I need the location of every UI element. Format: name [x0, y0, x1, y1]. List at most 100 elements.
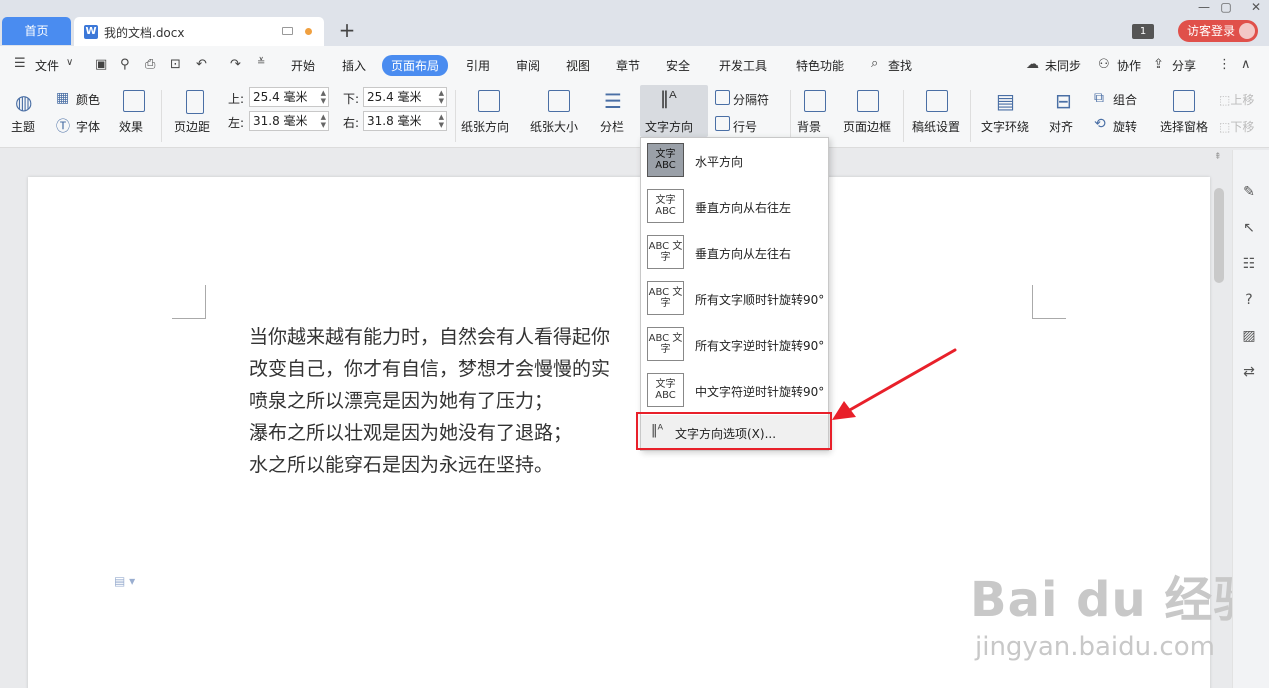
minimize-button[interactable]: — [1194, 0, 1214, 14]
maximize-button[interactable]: ▢ [1216, 0, 1236, 14]
color-icon[interactable]: ▦ [56, 90, 69, 106]
chevron-down-icon[interactable]: ∨ [66, 57, 73, 68]
move-down-button[interactable]: ⬚下移 [1219, 118, 1254, 135]
menu-item-rotate-ccw[interactable]: ABC 文字 所有文字逆时针旋转90° [641, 322, 828, 368]
text-direction-button[interactable]: 文字方向 [645, 118, 693, 135]
move-up-button[interactable]: ⬚上移 [1219, 91, 1254, 108]
undo-icon[interactable]: ↶ [196, 57, 207, 72]
text-direction-icon[interactable]: ‖ᴬ [660, 88, 677, 109]
color-button[interactable]: 颜色 [76, 91, 100, 108]
right-margin-input[interactable]: 31.8 毫米 ▲ ▼ [363, 111, 447, 131]
columns-button[interactable]: 分栏 [600, 118, 624, 135]
paper-size-icon[interactable] [548, 90, 570, 112]
selection-pane-button[interactable]: 选择窗格 [1160, 118, 1208, 135]
breaks-icon[interactable] [715, 90, 730, 105]
page-border-icon[interactable] [857, 90, 879, 112]
effect-icon[interactable] [123, 90, 145, 112]
columns-icon[interactable]: ☰ [604, 89, 622, 113]
sync-status[interactable]: 未同步 [1045, 57, 1081, 74]
stepper-icon[interactable]: ▲ ▼ [321, 89, 326, 105]
text-wrap-button[interactable]: 文字环绕 [981, 118, 1029, 135]
align-button[interactable]: 对齐 [1049, 118, 1073, 135]
collaborate-icon[interactable]: ⚇ [1098, 57, 1110, 72]
selection-pane-icon[interactable] [1173, 90, 1195, 112]
page-border-button[interactable]: 页面边框 [843, 118, 891, 135]
tab-document[interactable]: W 我的文档.docx [74, 17, 324, 46]
more-options-icon[interactable]: ⋮ [1218, 57, 1231, 72]
orientation-icon[interactable] [478, 90, 500, 112]
rotate-button[interactable]: 旋转 [1113, 118, 1137, 135]
tab-view[interactable]: 视图 [566, 57, 590, 74]
effect-button[interactable]: 效果 [119, 118, 143, 135]
paper-size-button[interactable]: 纸张大小 [530, 118, 578, 135]
theme-icon[interactable]: ◍ [15, 90, 32, 114]
group-icon[interactable]: ⧉ [1094, 90, 1104, 106]
rotate-icon[interactable]: ⟲ [1094, 116, 1106, 132]
tab-insert[interactable]: 插入 [342, 57, 366, 74]
menu-item-vertical-ltr[interactable]: ABC 文字 垂直方向从左往右 [641, 230, 828, 276]
share-icon[interactable]: ⇪ [1153, 57, 1164, 72]
font-button[interactable]: 字体 [76, 118, 100, 135]
group-button[interactable]: 组合 [1113, 91, 1137, 108]
tab-chapter[interactable]: 章节 [616, 57, 640, 74]
pen-icon[interactable]: ✎ [1240, 183, 1258, 201]
document-line[interactable]: 瀑布之所以壮观是因为她没有了退路； [249, 418, 572, 445]
left-margin-input[interactable]: 31.8 毫米 ▲ ▼ [249, 111, 329, 131]
stepper-icon[interactable]: ▲ ▼ [321, 113, 326, 129]
settings-sliders-icon[interactable]: ☷ [1240, 255, 1258, 273]
menu-item-cjk-rotate-ccw[interactable]: 文字 ABC 中文字符逆时针旋转90° [641, 368, 828, 414]
breaks-button[interactable]: 分隔符 [733, 91, 769, 108]
cursor-icon[interactable]: ↖ [1240, 219, 1258, 237]
scroll-up-icon[interactable]: ⇞ [1214, 152, 1222, 162]
menu-item-rotate-cw[interactable]: ABC 文字 所有文字顺时针旋转90° [641, 276, 828, 322]
stepper-icon[interactable]: ▲ ▼ [439, 89, 444, 105]
print-preview-icon[interactable]: ⊡ [170, 57, 181, 72]
menu-file[interactable]: 文件 [35, 57, 59, 74]
translate-icon[interactable]: ⇄ [1240, 363, 1258, 381]
print-icon[interactable]: ⎙ [145, 57, 155, 72]
top-margin-input[interactable]: 25.4 毫米 ▲ ▼ [249, 87, 329, 107]
font-icon[interactable]: Ⓣ [56, 116, 70, 136]
document-line[interactable]: 喷泉之所以漂亮是因为她有了压力； [249, 386, 553, 413]
margin-button[interactable]: 页边距 [174, 118, 210, 135]
document-line[interactable]: 当你越来越有能力时，自然会有人看得起你 [249, 322, 610, 349]
line-numbers-icon[interactable] [715, 116, 730, 131]
grid-paper-button[interactable]: 稿纸设置 [912, 118, 960, 135]
share-button[interactable]: 分享 [1172, 57, 1196, 74]
grid-paper-icon[interactable] [926, 90, 948, 112]
theme-button[interactable]: 主题 [11, 118, 35, 135]
format-painter-icon[interactable]: ⚲ [120, 57, 130, 72]
collaborate-button[interactable]: 协作 [1117, 57, 1141, 74]
document-line[interactable]: 水之所以能穿石是因为永远在坚持。 [249, 450, 553, 477]
tab-security[interactable]: 安全 [666, 57, 690, 74]
collapse-ribbon-icon[interactable]: ∧ [1241, 57, 1251, 72]
quick-access-more-icon[interactable]: ≚ [257, 57, 265, 68]
align-icon[interactable]: ⊟ [1055, 89, 1072, 113]
text-wrap-icon[interactable]: ▤ [996, 89, 1015, 113]
orientation-button[interactable]: 纸张方向 [461, 118, 509, 135]
paragraph-layout-icon[interactable]: ▤ ▾ [114, 574, 135, 588]
close-button[interactable]: ✕ [1246, 0, 1266, 14]
cloud-sync-icon[interactable]: ☁ [1026, 57, 1039, 72]
redo-icon[interactable]: ↷ [230, 57, 241, 72]
tab-features[interactable]: 特色功能 [796, 57, 844, 74]
background-button[interactable]: 背景 [797, 118, 821, 135]
menu-item-horizontal[interactable]: 文字 ABC 水平方向 [641, 138, 828, 184]
search-button[interactable]: 查找 [888, 57, 912, 74]
document-line[interactable]: 改变自己，你才有自信，梦想才会慢慢的实 [249, 354, 610, 381]
search-icon[interactable]: ⌕ [871, 56, 878, 71]
tab-review[interactable]: 审阅 [516, 57, 540, 74]
help-icon[interactable]: ? [1240, 291, 1258, 309]
hamburger-menu-icon[interactable]: ☰ [14, 56, 26, 71]
line-numbers-button[interactable]: 行号 [733, 118, 757, 135]
stepper-icon[interactable]: ▲ ▼ [439, 113, 444, 129]
tab-developer[interactable]: 开发工具 [719, 57, 767, 74]
login-button[interactable]: 访客登录 [1178, 20, 1258, 42]
margin-icon[interactable] [186, 90, 204, 114]
tab-references[interactable]: 引用 [466, 57, 490, 74]
tab-page-layout[interactable]: 页面布局 [382, 55, 449, 76]
tab-start[interactable]: 开始 [291, 57, 315, 74]
menu-item-vertical-rtl[interactable]: 文字 ABC 垂直方向从右往左 [641, 184, 828, 230]
bottom-margin-input[interactable]: 25.4 毫米 ▲ ▼ [363, 87, 447, 107]
window-count-badge[interactable]: 1 [1132, 24, 1154, 39]
